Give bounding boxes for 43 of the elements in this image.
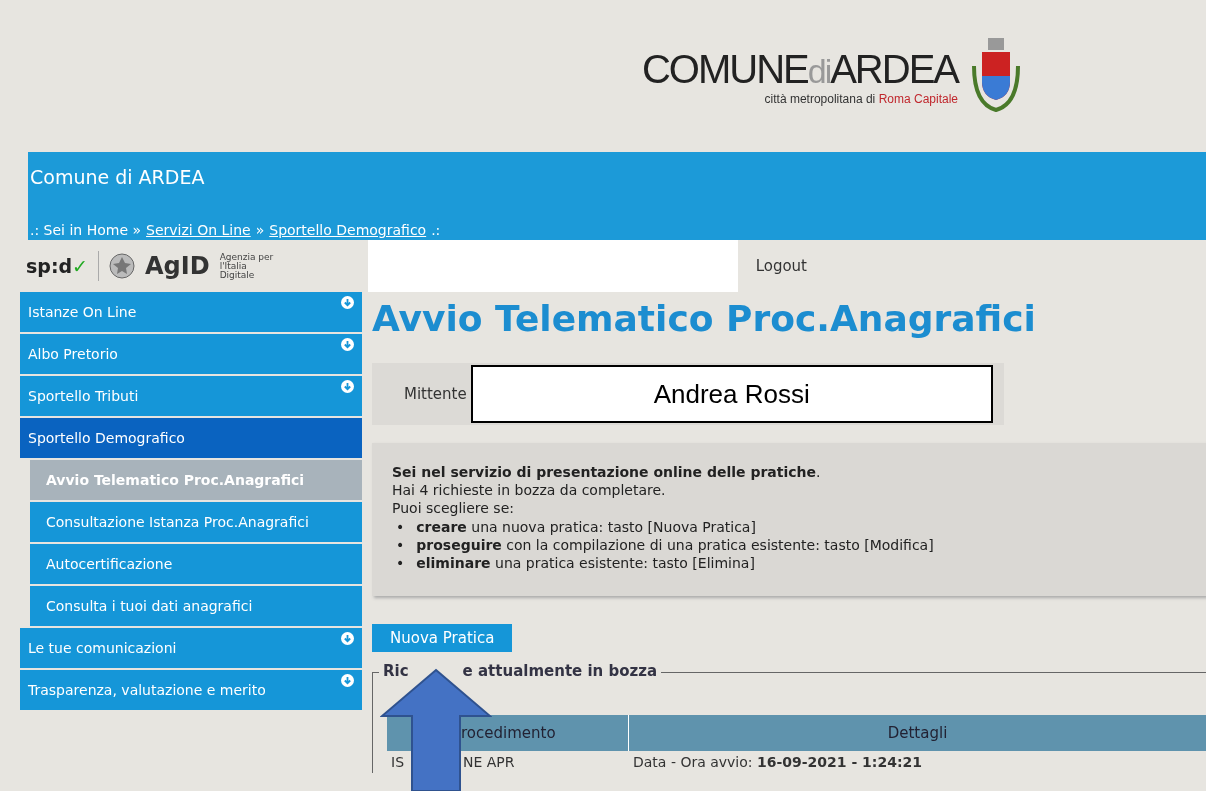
column-header: rocedimento xyxy=(459,715,629,752)
bullet-marker: • xyxy=(396,553,405,573)
info-bullet: proseguire con la compilazione di una pratica esistente: tasto [Modifica] xyxy=(416,535,934,554)
info-text: Sei nel servizio di presentazione online delle pratiche. xyxy=(392,463,822,482)
sidebar-subitem[interactable]: Autocertificazione xyxy=(30,544,362,584)
sidebar-item[interactable]: Trasparenza, valutazione e merito xyxy=(20,670,362,710)
sidebar-subitem[interactable]: Consulta i tuoi dati anagrafici xyxy=(30,586,362,626)
sender-name: Andrea Rossi xyxy=(470,365,993,423)
info-bullet: creare una nuova pratica: tasto [Nuova Pratica] xyxy=(416,517,756,536)
emblem-icon xyxy=(109,253,136,279)
info-text: Hai 4 richieste in bozza da completare. xyxy=(392,481,667,500)
agid-caption: Agenzia per l'Italia Digitale xyxy=(219,252,275,280)
legend-text: Ric xyxy=(383,662,409,681)
breadcrumb-text: .: xyxy=(431,222,441,238)
agid-logo: AgID xyxy=(145,252,210,280)
logo-subtitle: città metropolitana di Roma Capitale xyxy=(764,91,958,106)
page-title: Avvio Telematico Proc.Anagrafici xyxy=(372,298,1037,339)
legend-text: e attualmente in bozza xyxy=(462,662,658,681)
breadcrumb-text: .: Sei in Home » xyxy=(30,222,142,238)
new-practice-button[interactable]: Nuova Pratica xyxy=(372,624,513,653)
spid-logo: sp:d✓ xyxy=(26,255,89,277)
info-bullet: eliminare una pratica esistente: tasto [Elimina] xyxy=(416,553,755,573)
column-header: Dettagli xyxy=(629,715,1206,752)
sidebar-item[interactable]: Albo Pretorio xyxy=(20,334,362,374)
sidebar-subitem[interactable]: Avvio Telematico Proc.Anagrafici xyxy=(30,460,362,500)
info-text: Puoi scegliere se: xyxy=(392,499,515,518)
breadcrumb-link[interactable]: Sportello Demografico xyxy=(269,222,427,238)
logo-wordmark: COMUNEdiARDEA xyxy=(641,46,958,92)
breadcrumb-link[interactable]: Servizi On Line xyxy=(146,222,251,238)
sidebar-subitem[interactable]: Consultazione Istanza Proc.Anagrafici xyxy=(30,502,362,542)
table-cell-text: IS xyxy=(390,753,405,773)
sidebar-item[interactable]: Le tue comunicazioni xyxy=(20,628,362,668)
table-cell-text: NE APR xyxy=(462,753,516,773)
sender-label: Mittente xyxy=(404,385,467,403)
site-title: Comune di ARDEA xyxy=(30,166,206,188)
sidebar-item[interactable]: Sportello Demografico xyxy=(20,418,362,458)
sidebar-item[interactable]: Istanze On Line xyxy=(20,292,362,332)
breadcrumb-text: » xyxy=(255,222,265,238)
sidebar-item[interactable]: Sportello Tributi xyxy=(20,376,362,416)
bullet-marker: • xyxy=(396,535,405,554)
table-cell-text: Data - Ora avvio: 16-09-2021 - 1:24:21 xyxy=(632,753,923,773)
bullet-marker: • xyxy=(396,517,405,536)
logout-link[interactable]: Logout xyxy=(755,257,807,275)
